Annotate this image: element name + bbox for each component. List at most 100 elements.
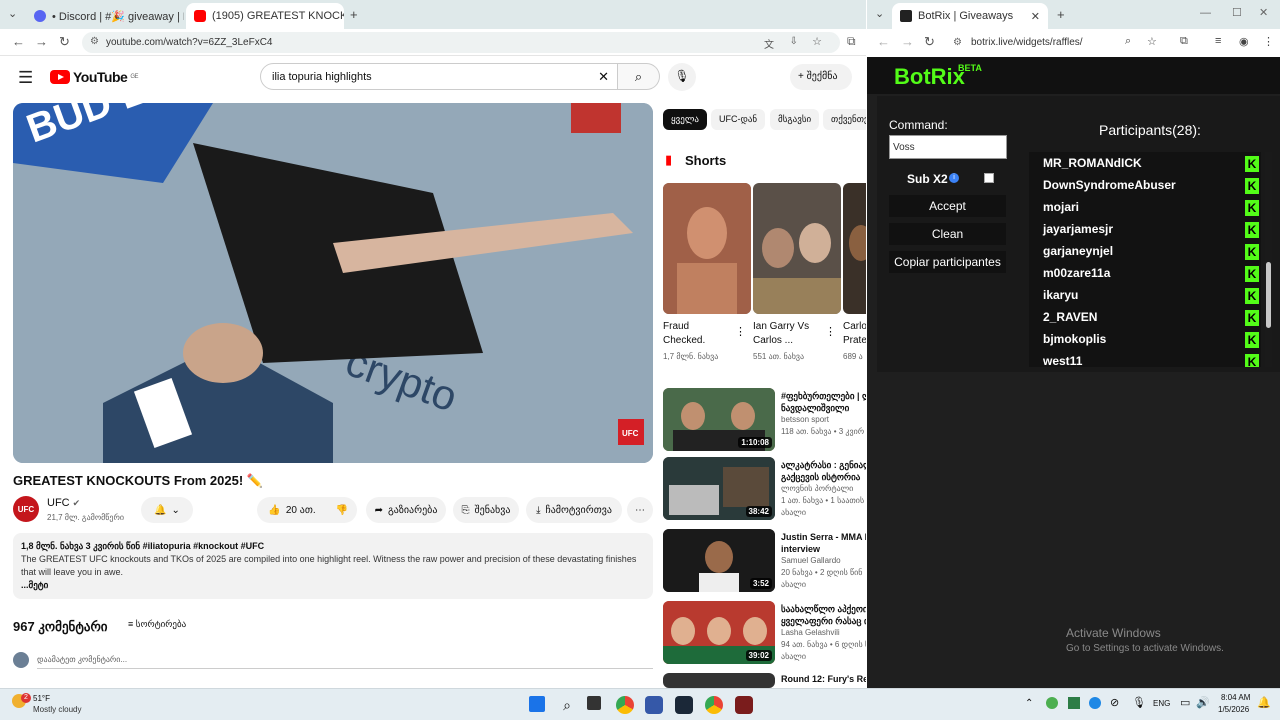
accept-button[interactable]: Accept [889,195,1006,217]
app-icon[interactable] [735,696,753,714]
recommendation-thumbnail[interactable]: 39:02 [663,601,775,664]
channel-avatar[interactable]: UFC [13,496,39,522]
close-icon[interactable]: ✕ [1031,10,1040,23]
tab-menu-icon[interactable]: ⌄ [875,7,884,20]
short-thumbnail[interactable] [753,183,841,314]
tray-chevron-icon[interactable]: ⌃ [1025,698,1033,709]
scrollbar-thumb[interactable] [1266,262,1271,328]
chip-from-ufc[interactable]: UFC-დან [711,109,766,130]
like-button[interactable]: 👍 20 ათ. [257,497,327,523]
tab-youtube[interactable]: (1905) GREATEST KNOCKOU 🔊 ✕ [186,3,344,29]
copy-participants-button[interactable]: Copiar participantes [889,251,1006,273]
chip-for-you[interactable]: თქვენთვ [823,109,866,130]
site-info-icon[interactable]: ⚙ [953,37,962,48]
voice-search-button[interactable]: 🎙 [668,63,696,91]
channel-name[interactable]: UFC ✔ [47,497,80,509]
translate-icon[interactable]: 文 [764,36,774,51]
more-icon[interactable]: ⋮ [825,325,836,338]
save-button[interactable]: ⎘ შენახვა [453,497,519,523]
recommendation-text[interactable]: Justin Serra - MMA D interview Samuel Ga… [781,531,866,591]
tray-app-icon[interactable]: ⊘ [1110,696,1119,709]
short-thumbnail[interactable] [663,183,751,314]
share-button[interactable]: ➦ გაზიარება [366,497,446,523]
recommendation-thumbnail[interactable]: 38:42 [663,457,775,520]
description-box[interactable]: 1,8 მლნ. ნახვა 3 კვირის წინ #iliatopuria… [13,533,653,599]
sub-x2-checkbox[interactable] [984,173,994,183]
more-icon[interactable]: ⋮ [735,325,746,338]
language-indicator[interactable]: ENG [1153,699,1170,708]
botrix-logo[interactable]: BotRix [894,64,965,90]
volume-icon[interactable]: 🔊 [1196,696,1210,709]
notifications-icon[interactable]: 🔔 [1257,696,1271,709]
tab-botrix[interactable]: BotRix | Giveaways ✕ [892,3,1048,29]
tab-discord[interactable]: • Discord | #🎉 giveaway | Kale ✕ [26,3,184,29]
extensions-icon[interactable]: ⧉ [1180,35,1188,48]
more-actions-button[interactable]: ⋯ [627,497,653,523]
window-close-icon[interactable]: ✕ [1259,6,1268,19]
bookmark-star-icon[interactable]: ☆ [1147,35,1157,48]
create-button[interactable]: + შექმნა [790,64,852,90]
clean-button[interactable]: Clean [889,223,1006,245]
install-icon[interactable]: ⇩ [790,36,798,47]
participants-list[interactable]: MR_ROMANdICK K DownSyndromeAbuser K mojari… [1029,152,1261,367]
start-icon[interactable] [529,696,545,712]
chrome-icon[interactable] [616,696,634,714]
video-player[interactable]: BUD LIGHT crypto UFC [13,103,653,463]
back-icon[interactable]: ← [12,34,25,49]
recommendation-thumbnail[interactable]: 3:52 [663,529,775,592]
recommendation-thumbnail[interactable]: 1:10:08 [663,388,775,451]
participants-scrollbar[interactable] [1265,152,1272,367]
maximize-icon[interactable]: ☐ [1232,6,1242,19]
microphone-icon[interactable]: 🎙 [1132,696,1146,709]
app-icon[interactable] [645,696,663,714]
sort-button[interactable]: ≡ სორტირება [128,619,186,630]
youtube-logo[interactable]: YouTube GE [50,69,138,85]
profile-icon[interactable]: ◉ [1239,35,1249,48]
recommendation-thumbnail[interactable] [663,673,775,688]
short-title[interactable]: Ian Garry Vs Carlos ... [753,320,817,348]
clear-search-icon[interactable]: ✕ [598,69,609,85]
extensions-icon[interactable]: ⧉ [847,34,856,49]
description-more[interactable]: ...მეტი [21,579,645,592]
recommendation-text[interactable]: საახალწლო აპქეოი ყველაფერი რასაც ის Lash… [781,603,866,663]
chip-all[interactable]: ყველა [663,109,707,130]
browser-menu-icon[interactable]: ⋮ [1263,35,1274,48]
tray-app-icon[interactable] [1089,697,1101,709]
add-comment-input[interactable]: დაამატეთ კომენტარი... [37,655,653,669]
minimize-icon[interactable]: — [1200,7,1211,19]
clock-time[interactable]: 8:04 AM [1221,693,1250,702]
short-title[interactable]: Carlo Prate [843,320,866,348]
chip-related[interactable]: მსგავსი [770,109,820,130]
back-icon[interactable]: ← [877,34,890,49]
new-tab-button[interactable]: + [1057,7,1065,22]
forward-icon[interactable]: → [901,34,914,49]
search-button[interactable]: ⌕ [618,63,660,90]
tray-app-icon[interactable] [1068,697,1080,709]
chrome-icon[interactable] [705,696,723,714]
url-field[interactable]: ⚙ youtube.com/watch?v=6ZZ_3LeFxC4 文 ⇩ ☆ [82,32,840,53]
steam-icon[interactable] [675,696,693,714]
forward-icon[interactable]: → [35,34,48,49]
recommendation-text[interactable]: ალკატრასი : გენიალ გაქცევის ისტორია ლოვნ… [781,459,866,519]
network-icon[interactable]: ▭ [1180,696,1190,709]
search-icon[interactable]: ⌕ [558,696,576,714]
notifications-button[interactable]: 🔔 ⌄ [141,497,193,523]
tray-app-icon[interactable] [1046,697,1058,709]
recommendation-text[interactable]: #ფეხბურთელები | ლ ნავდალიშვილი betsson s… [781,390,866,438]
dislike-button[interactable]: 👎 [327,497,357,523]
download-button[interactable]: ⤓ ჩამოტვირთვა [526,497,622,523]
menu-hamburger-icon[interactable]: ☰ [18,68,33,88]
short-thumbnail[interactable] [843,183,866,314]
command-input[interactable]: Voss [889,135,1007,159]
url-field[interactable]: botrix.live/widgets/raffles/ [971,37,1083,48]
reading-list-icon[interactable]: ≡ [1215,35,1221,47]
site-info-icon[interactable]: ⚙ [90,36,99,47]
clock-date[interactable]: 1/5/2026 [1218,705,1249,714]
tab-menu-icon[interactable]: ⌄ [8,7,17,20]
bookmark-star-icon[interactable]: ☆ [812,35,822,48]
info-icon[interactable]: i [949,173,959,183]
recommendation-text[interactable]: Round 12: Fury's Res [781,673,866,685]
reload-icon[interactable]: ↻ [924,34,935,50]
search-input[interactable]: ilia topuria highlights ✕ [260,63,618,90]
zoom-icon[interactable]: ⌕ [1125,35,1131,48]
